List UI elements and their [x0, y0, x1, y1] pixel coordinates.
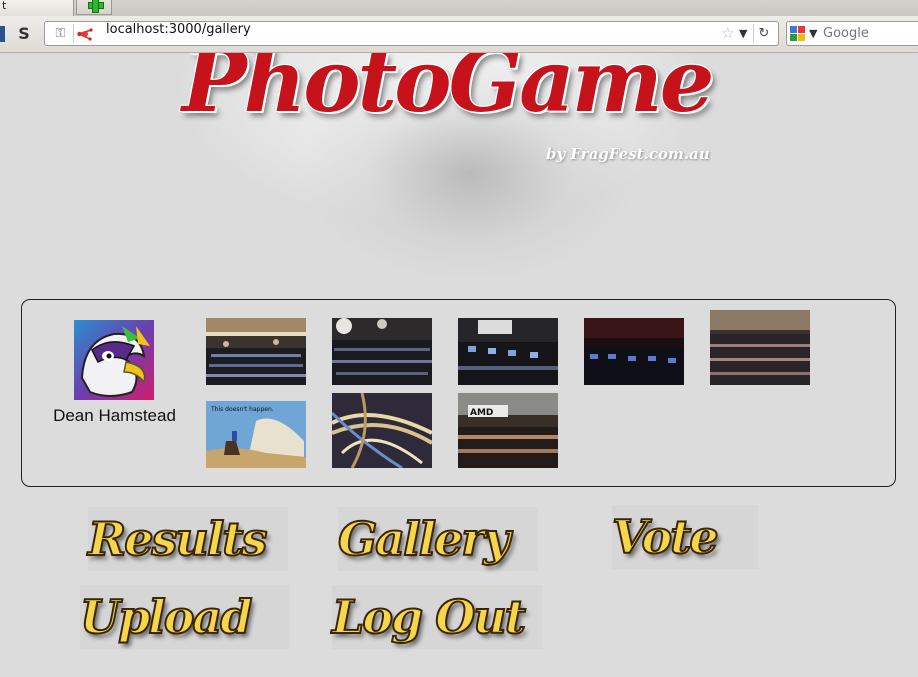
thumbnail-this-doesnt-happen[interactable]: This doesn't happen. — [206, 401, 306, 468]
thumbnail-lan-hall-5[interactable] — [710, 310, 810, 385]
logout-button[interactable]: Log Out — [331, 585, 542, 649]
url-text[interactable]: localhost:3000/gallery — [106, 22, 251, 45]
reload-icon[interactable]: ↻ — [753, 24, 774, 43]
url-bar[interactable]: ⚿ localhost:3000/gallery ☆ ▼ ↻ — [44, 21, 779, 46]
new-tab-button[interactable] — [76, 0, 112, 15]
user-name: Dean Hamstead — [53, 406, 176, 425]
search-bar[interactable]: ▼ — [786, 21, 918, 46]
thumbnail-lan-hall-2[interactable] — [332, 318, 432, 385]
results-button[interactable]: Results — [87, 507, 288, 571]
gallery-button[interactable]: Gallery — [337, 507, 538, 571]
avatar-image — [74, 320, 154, 400]
thumbnail-caption: This doesn't happen. — [210, 406, 274, 413]
vote-button[interactable]: Vote — [611, 505, 758, 569]
thumbnail-lan-hall-4[interactable] — [584, 318, 684, 385]
tab-title: t — [2, 0, 7, 12]
thumbnail-lan-hall-3[interactable] — [458, 318, 558, 385]
avatar[interactable] — [74, 320, 154, 400]
thumbnail-caption: AMD — [470, 408, 493, 418]
site-byline: by FragFest.com.au — [546, 145, 710, 163]
favicon-icon — [77, 28, 93, 41]
site-identity-icon[interactable]: ⚿ — [48, 24, 74, 43]
thumbnail-lan-hall-1[interactable] — [206, 318, 306, 385]
site-logo: PhotoGame — [182, 53, 715, 132]
thumbnail-amd-banner-hall[interactable]: AMD — [458, 393, 558, 468]
page-content: PhotoGame by FragFest.com.au Dean Hamste… — [0, 53, 918, 677]
search-input[interactable] — [823, 22, 918, 45]
tab-strip: t — [0, 0, 918, 17]
navigation-toolbar: S ⚿ localhost:3000/gallery ☆ ▼ ↻ ▼ — [0, 16, 918, 53]
bookmark-star-icon[interactable]: ☆ — [721, 24, 734, 43]
thumbnail-network-cables[interactable] — [332, 393, 432, 468]
google-icon[interactable] — [790, 26, 806, 42]
active-tab[interactable]: t — [0, 0, 74, 16]
search-engine-dropdown-icon[interactable]: ▼ — [809, 24, 817, 43]
user-gallery-panel: Dean Hamstead This doesn't happen. AMD — [21, 299, 896, 487]
history-dropdown-icon[interactable]: ▼ — [739, 24, 747, 43]
toolbar-edge-icon[interactable] — [0, 26, 5, 42]
stylish-icon[interactable]: S — [13, 24, 35, 44]
upload-button[interactable]: Upload — [79, 585, 290, 649]
